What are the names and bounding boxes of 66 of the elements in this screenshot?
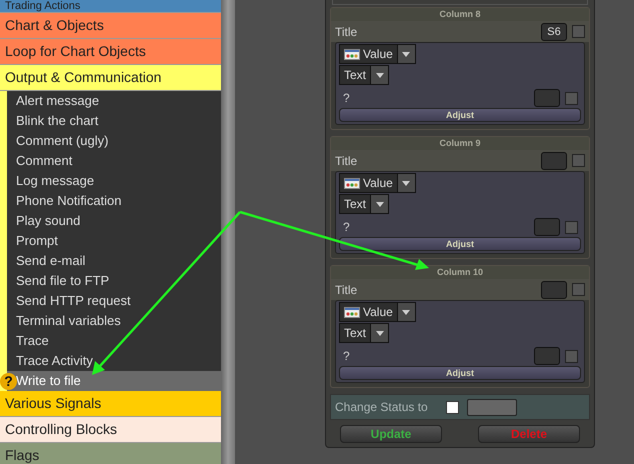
source-dropdown[interactable]: Value [339,173,416,193]
table-icon [344,178,360,188]
sidebar-item[interactable]: Log message [7,171,221,191]
adjust-button[interactable]: Adjust [339,366,581,380]
sidebar-item[interactable]: Alert message [7,91,221,111]
sidebar-item[interactable]: Trace [7,331,221,351]
category-header[interactable]: Controlling Blocks [0,417,221,443]
table-icon [344,48,360,60]
source-dropdown[interactable]: Value [339,44,416,64]
format-dropdown[interactable]: Text [339,194,390,214]
sidebar-item[interactable]: Send HTTP request [7,291,221,311]
caret-icon [376,330,384,336]
sidebar-item[interactable]: Trace Activity [7,351,221,371]
sidebar-item[interactable]: Comment [7,151,221,171]
sidebar-item[interactable]: Blink the chart [7,111,221,131]
value-field[interactable] [534,347,560,365]
title-label: Title [335,282,358,296]
category-header[interactable]: Various Signals [0,391,221,417]
checkbox[interactable] [565,220,578,234]
sidebar-item[interactable]: Phone Notification [7,191,221,211]
column-header: Column 10 [331,266,589,279]
column-header: Column 9 [331,137,589,150]
category-header[interactable]: Output & Communication [0,65,221,91]
format-dropdown[interactable]: Text [339,323,390,343]
scrollbar[interactable] [221,0,235,464]
checkbox[interactable] [565,350,578,362]
status-field[interactable] [466,398,517,416]
source-dropdown[interactable]: Value [339,302,416,322]
category-header[interactable]: Chart & Objects [0,13,221,39]
sidebar-item[interactable]: Terminal variables [7,311,221,331]
title-field[interactable] [541,280,567,298]
question-label: ? [343,91,350,105]
title-label: Title [335,24,358,38]
category-header[interactable]: Flags [0,443,221,464]
checkbox[interactable] [446,400,459,414]
adjust-button[interactable]: Adjust [339,237,581,251]
value-field[interactable] [534,89,560,107]
column-header: Column 8 [331,8,589,21]
status-label: Change Status to [335,400,428,414]
sidebar-item[interactable]: Play sound [7,211,221,231]
adjust-button[interactable]: Adjust [339,108,581,122]
caret-icon [402,52,410,56]
action-button[interactable]: Update [340,425,442,443]
checkbox[interactable] [572,283,585,296]
table-icon [344,306,360,318]
title-label: Title [335,154,358,168]
checkbox[interactable] [565,92,578,104]
question-label: ? [343,220,350,234]
sidebar-item[interactable]: Prompt [7,231,221,251]
question-label: ? [343,349,350,363]
caret-icon [376,72,384,78]
title-field[interactable]: S6 [541,22,567,40]
caret-icon [376,202,384,206]
format-dropdown[interactable]: Text [339,65,390,85]
sidebar-item[interactable]: Send file to FTP [7,271,221,291]
caret-icon [402,180,410,186]
sidebar-item[interactable]: Send e-mail [7,251,221,271]
sidebar-item[interactable]: Comment (ugly) [7,131,221,151]
help-badge[interactable]: ? [0,373,17,390]
value-field[interactable] [534,218,560,236]
checkbox[interactable] [572,25,585,38]
category-header[interactable]: Loop for Chart Objects [0,39,221,65]
checkbox[interactable] [572,154,585,167]
title-field[interactable] [541,152,567,170]
caret-icon [402,310,410,314]
category-header[interactable]: Trading Actions [0,0,221,13]
